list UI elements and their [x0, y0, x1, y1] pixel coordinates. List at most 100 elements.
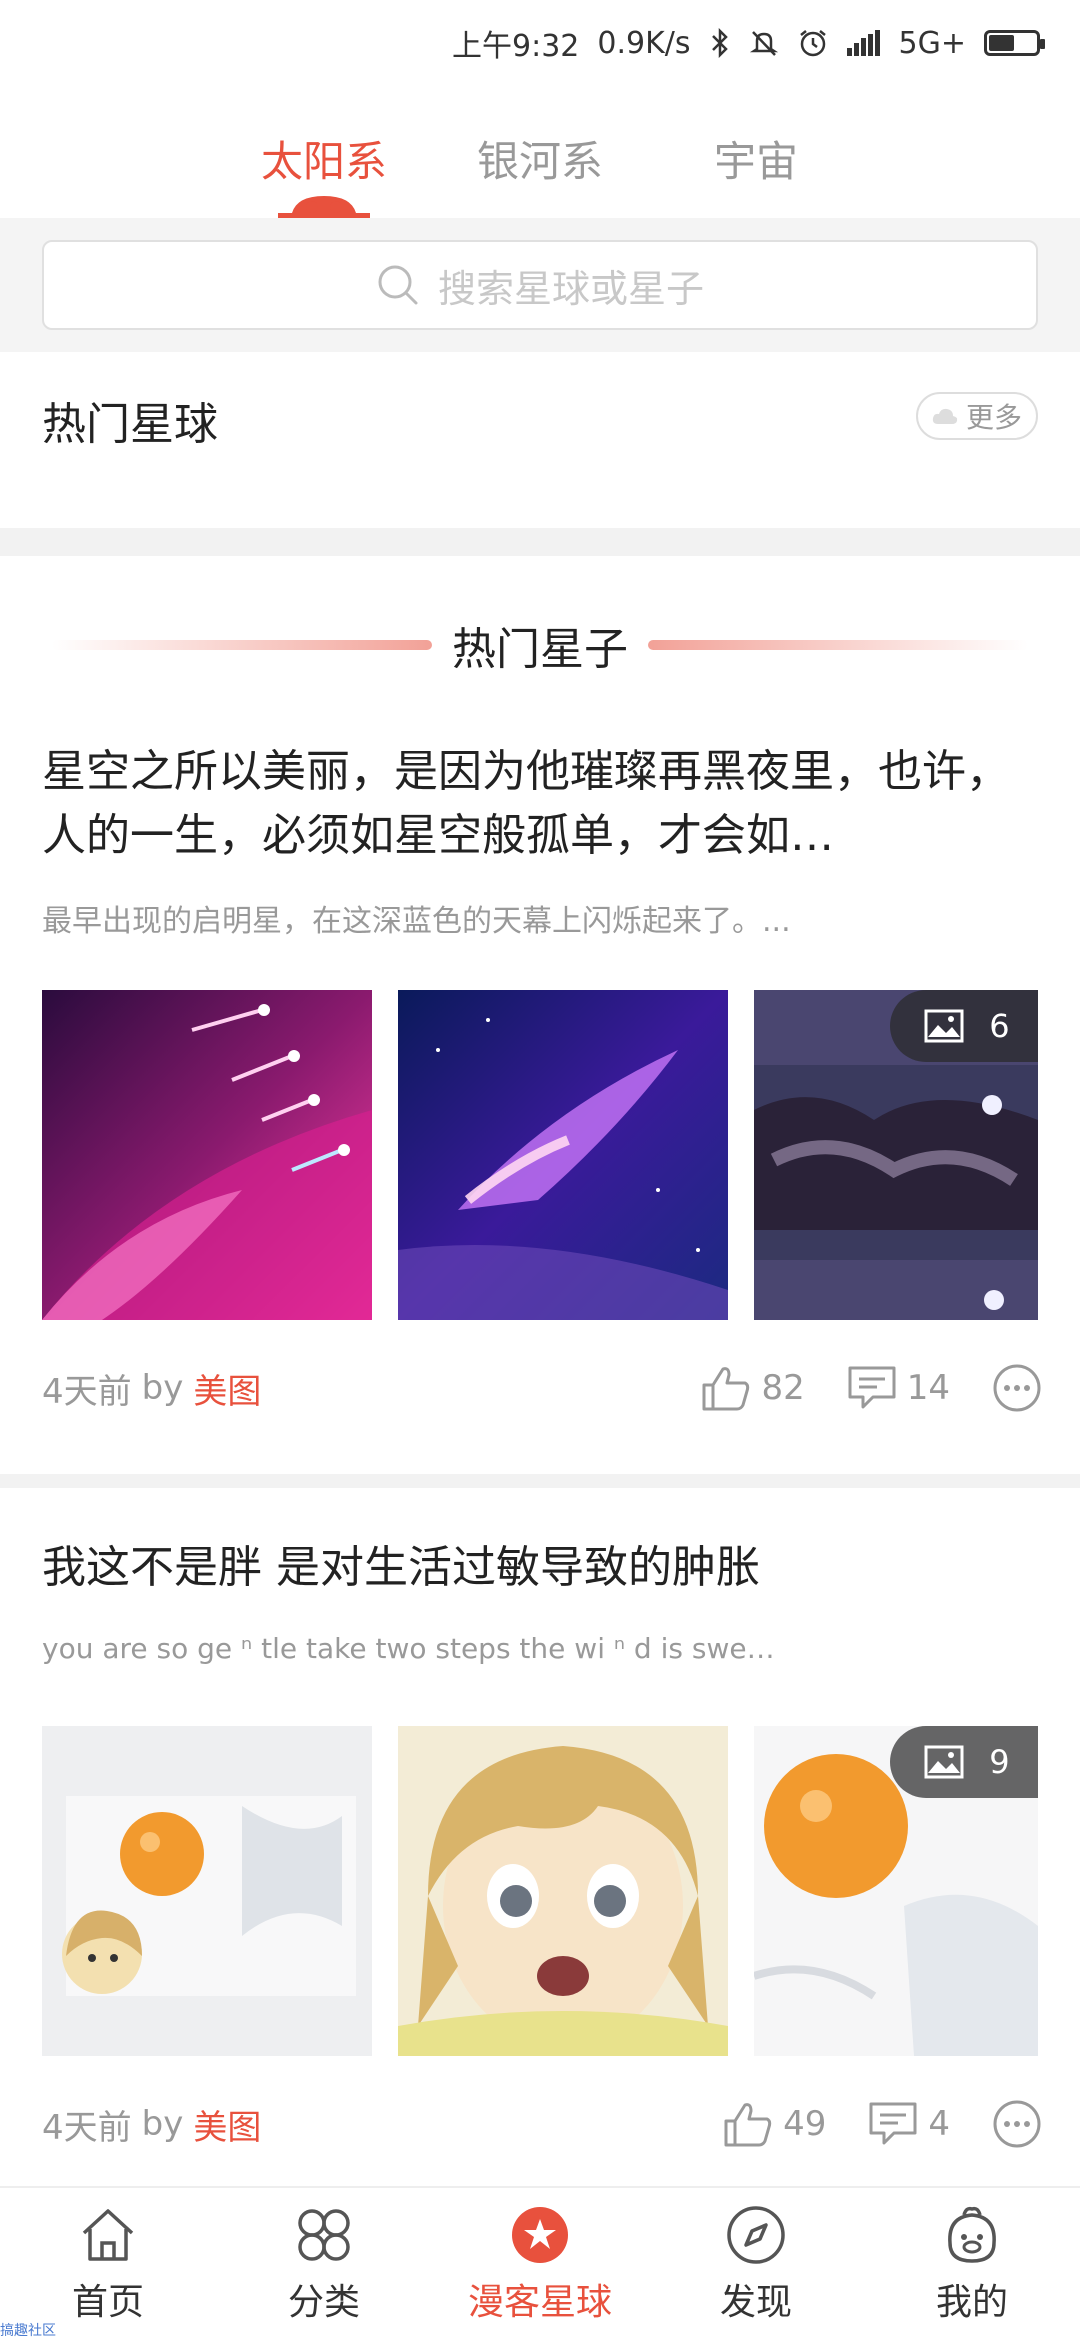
hot-planets-title: 热门星球 [42, 399, 218, 450]
comment-icon [869, 2102, 917, 2145]
search-area: 搜索星球或星子 [0, 218, 1080, 352]
section-divider [0, 528, 1080, 556]
post-time: 4天前 [42, 2107, 132, 2148]
hot-posts-heading: 热门星子 [0, 610, 1080, 680]
girl-and-orange-image [42, 1726, 372, 2056]
search-input[interactable]: 搜索星球或星子 [42, 240, 1038, 330]
mute-bell-icon [749, 28, 779, 58]
tab-galaxy[interactable]: 银河系 [432, 110, 648, 220]
tab-solar-system[interactable]: 太阳系 [216, 110, 432, 220]
planet-icon [512, 2207, 568, 2263]
post-author[interactable]: 美图 [193, 1364, 261, 1413]
like-button[interactable]: 49 [723, 2101, 826, 2147]
home-icon [82, 2209, 134, 2261]
post-author-info: 4天前 by 美图 [42, 2100, 261, 2149]
image-count-badge: 6 [890, 990, 1038, 1062]
nav-label: 漫客星球 [467, 2282, 612, 2323]
more-label: 更多 [965, 401, 1022, 434]
compass-icon [727, 2206, 785, 2264]
post-author[interactable]: 美图 [193, 2100, 261, 2149]
comment-button[interactable]: 14 [847, 1365, 950, 1411]
post-description: 最早出现的启明星，在这深蓝色的天幕上闪烁起来了。... [42, 904, 791, 939]
post-title[interactable]: 我这不是胖 是对生活过敏导致的肿胀 [42, 1536, 1042, 1600]
more-options-button[interactable] [992, 2099, 1042, 2149]
nav-label: 首页 [71, 2282, 144, 2323]
heading-line-left [52, 640, 432, 650]
image-gallery-icon [924, 1009, 964, 1043]
nav-label: 发现 [719, 2282, 792, 2323]
image-count: 9 [989, 1743, 1010, 1781]
post-divider [0, 1474, 1080, 1488]
heading-line-right [648, 640, 1028, 650]
post-image[interactable]: 9 [754, 1726, 1038, 2056]
alarm-icon [797, 27, 829, 59]
watermark: 搞趣社区 [0, 2323, 56, 2339]
anime-girl-image [398, 1726, 728, 2056]
nav-category[interactable]: 分类 [216, 2188, 432, 2340]
post-images: 9 [42, 1726, 1038, 2056]
post-actions: 82 14 [675, 1363, 1042, 1413]
like-button[interactable]: 82 [701, 1365, 805, 1411]
network-label: 5G+ [898, 25, 966, 61]
more-options-button[interactable] [992, 1363, 1042, 1413]
battery-fill [989, 35, 1014, 51]
post-description: you are so ge ⁿ tle take two steps the w… [42, 1632, 775, 1665]
status-speed: 0.9K/s [597, 25, 691, 61]
tab-label: 太阳系 [260, 137, 387, 186]
post-image[interactable] [42, 990, 372, 1320]
nav-manke-planet[interactable]: 漫客星球 [432, 2188, 648, 2340]
post-images: 6 [42, 990, 1038, 1320]
image-count: 6 [989, 1007, 1010, 1045]
search-icon [378, 265, 418, 305]
category-icon [298, 2209, 350, 2261]
profile-icon [948, 2206, 996, 2263]
thumbs-up-icon [724, 2103, 772, 2147]
comment-icon [848, 1366, 896, 1409]
nebula-blue-image [398, 990, 728, 1320]
post-by: by [141, 1368, 184, 1408]
more-options-icon [993, 1364, 1041, 1412]
comment-button[interactable]: 4 [868, 2101, 950, 2147]
post-meta: 4天前 by 美图 82 14 [42, 1358, 1042, 1418]
post-time: 4天前 [42, 1371, 132, 1412]
tab-universe[interactable]: 宇宙 [648, 110, 864, 220]
post-title[interactable]: 星空之所以美丽，是因为他璀璨再黑夜里，也许，人的一生，必须如星空般孤单，才会如… [42, 740, 1042, 868]
meteor-pink-image [42, 990, 372, 1320]
bottom-nav: 首页 分类 漫客星球 发现 我的 搞趣社区 [0, 2186, 1080, 2340]
nav-home[interactable]: 首页 [0, 2188, 216, 2340]
post-image[interactable]: 6 [754, 990, 1038, 1320]
nav-label: 分类 [287, 2282, 360, 2323]
more-options-icon [993, 2100, 1041, 2148]
comment-count: 14 [906, 1368, 950, 1408]
comment-count: 4 [928, 2104, 950, 2144]
bluetooth-icon [709, 28, 731, 58]
signal-icon [846, 30, 881, 56]
nav-discover[interactable]: 发现 [648, 2188, 864, 2340]
status-bar: 上午9:32 0.9K/s 5G+ [0, 0, 1080, 86]
post-card[interactable]: 我这不是胖 是对生活过敏导致的肿胀 you are so ge ⁿ tle ta… [0, 1536, 1080, 2176]
more-button[interactable]: 更多 [915, 392, 1038, 440]
battery-icon [984, 30, 1045, 56]
hot-posts-title: 热门星子 [452, 624, 628, 675]
top-tabs: 太阳系 银河系 宇宙 [0, 110, 1080, 220]
post-image[interactable] [398, 990, 728, 1320]
post-author-info: 4天前 by 美图 [42, 1364, 261, 1413]
tab-label: 宇宙 [713, 137, 798, 186]
status-time: 上午9:32 [452, 29, 580, 64]
post-image[interactable] [42, 1726, 372, 2056]
like-count: 82 [761, 1368, 805, 1408]
search-placeholder: 搜索星球或星子 [437, 266, 704, 311]
post-image[interactable] [398, 1726, 728, 2056]
post-meta: 4天前 by 美图 49 4 [42, 2094, 1042, 2154]
tab-label: 银河系 [476, 137, 603, 186]
post-card[interactable]: 星空之所以美丽，是因为他璀璨再黑夜里，也许，人的一生，必须如星空般孤单，才会如…… [0, 740, 1080, 1460]
image-gallery-icon [924, 1745, 964, 1779]
post-by: by [141, 2104, 184, 2144]
hot-planets-section: 热门星球 更多 [0, 352, 1080, 528]
cloud-icon [932, 408, 958, 424]
nav-label: 我的 [935, 2282, 1008, 2323]
post-actions: 49 4 [697, 2099, 1042, 2149]
thumbs-up-icon [702, 1367, 750, 1411]
nav-profile[interactable]: 我的 [864, 2188, 1080, 2340]
tab-active-indicator [278, 196, 370, 218]
